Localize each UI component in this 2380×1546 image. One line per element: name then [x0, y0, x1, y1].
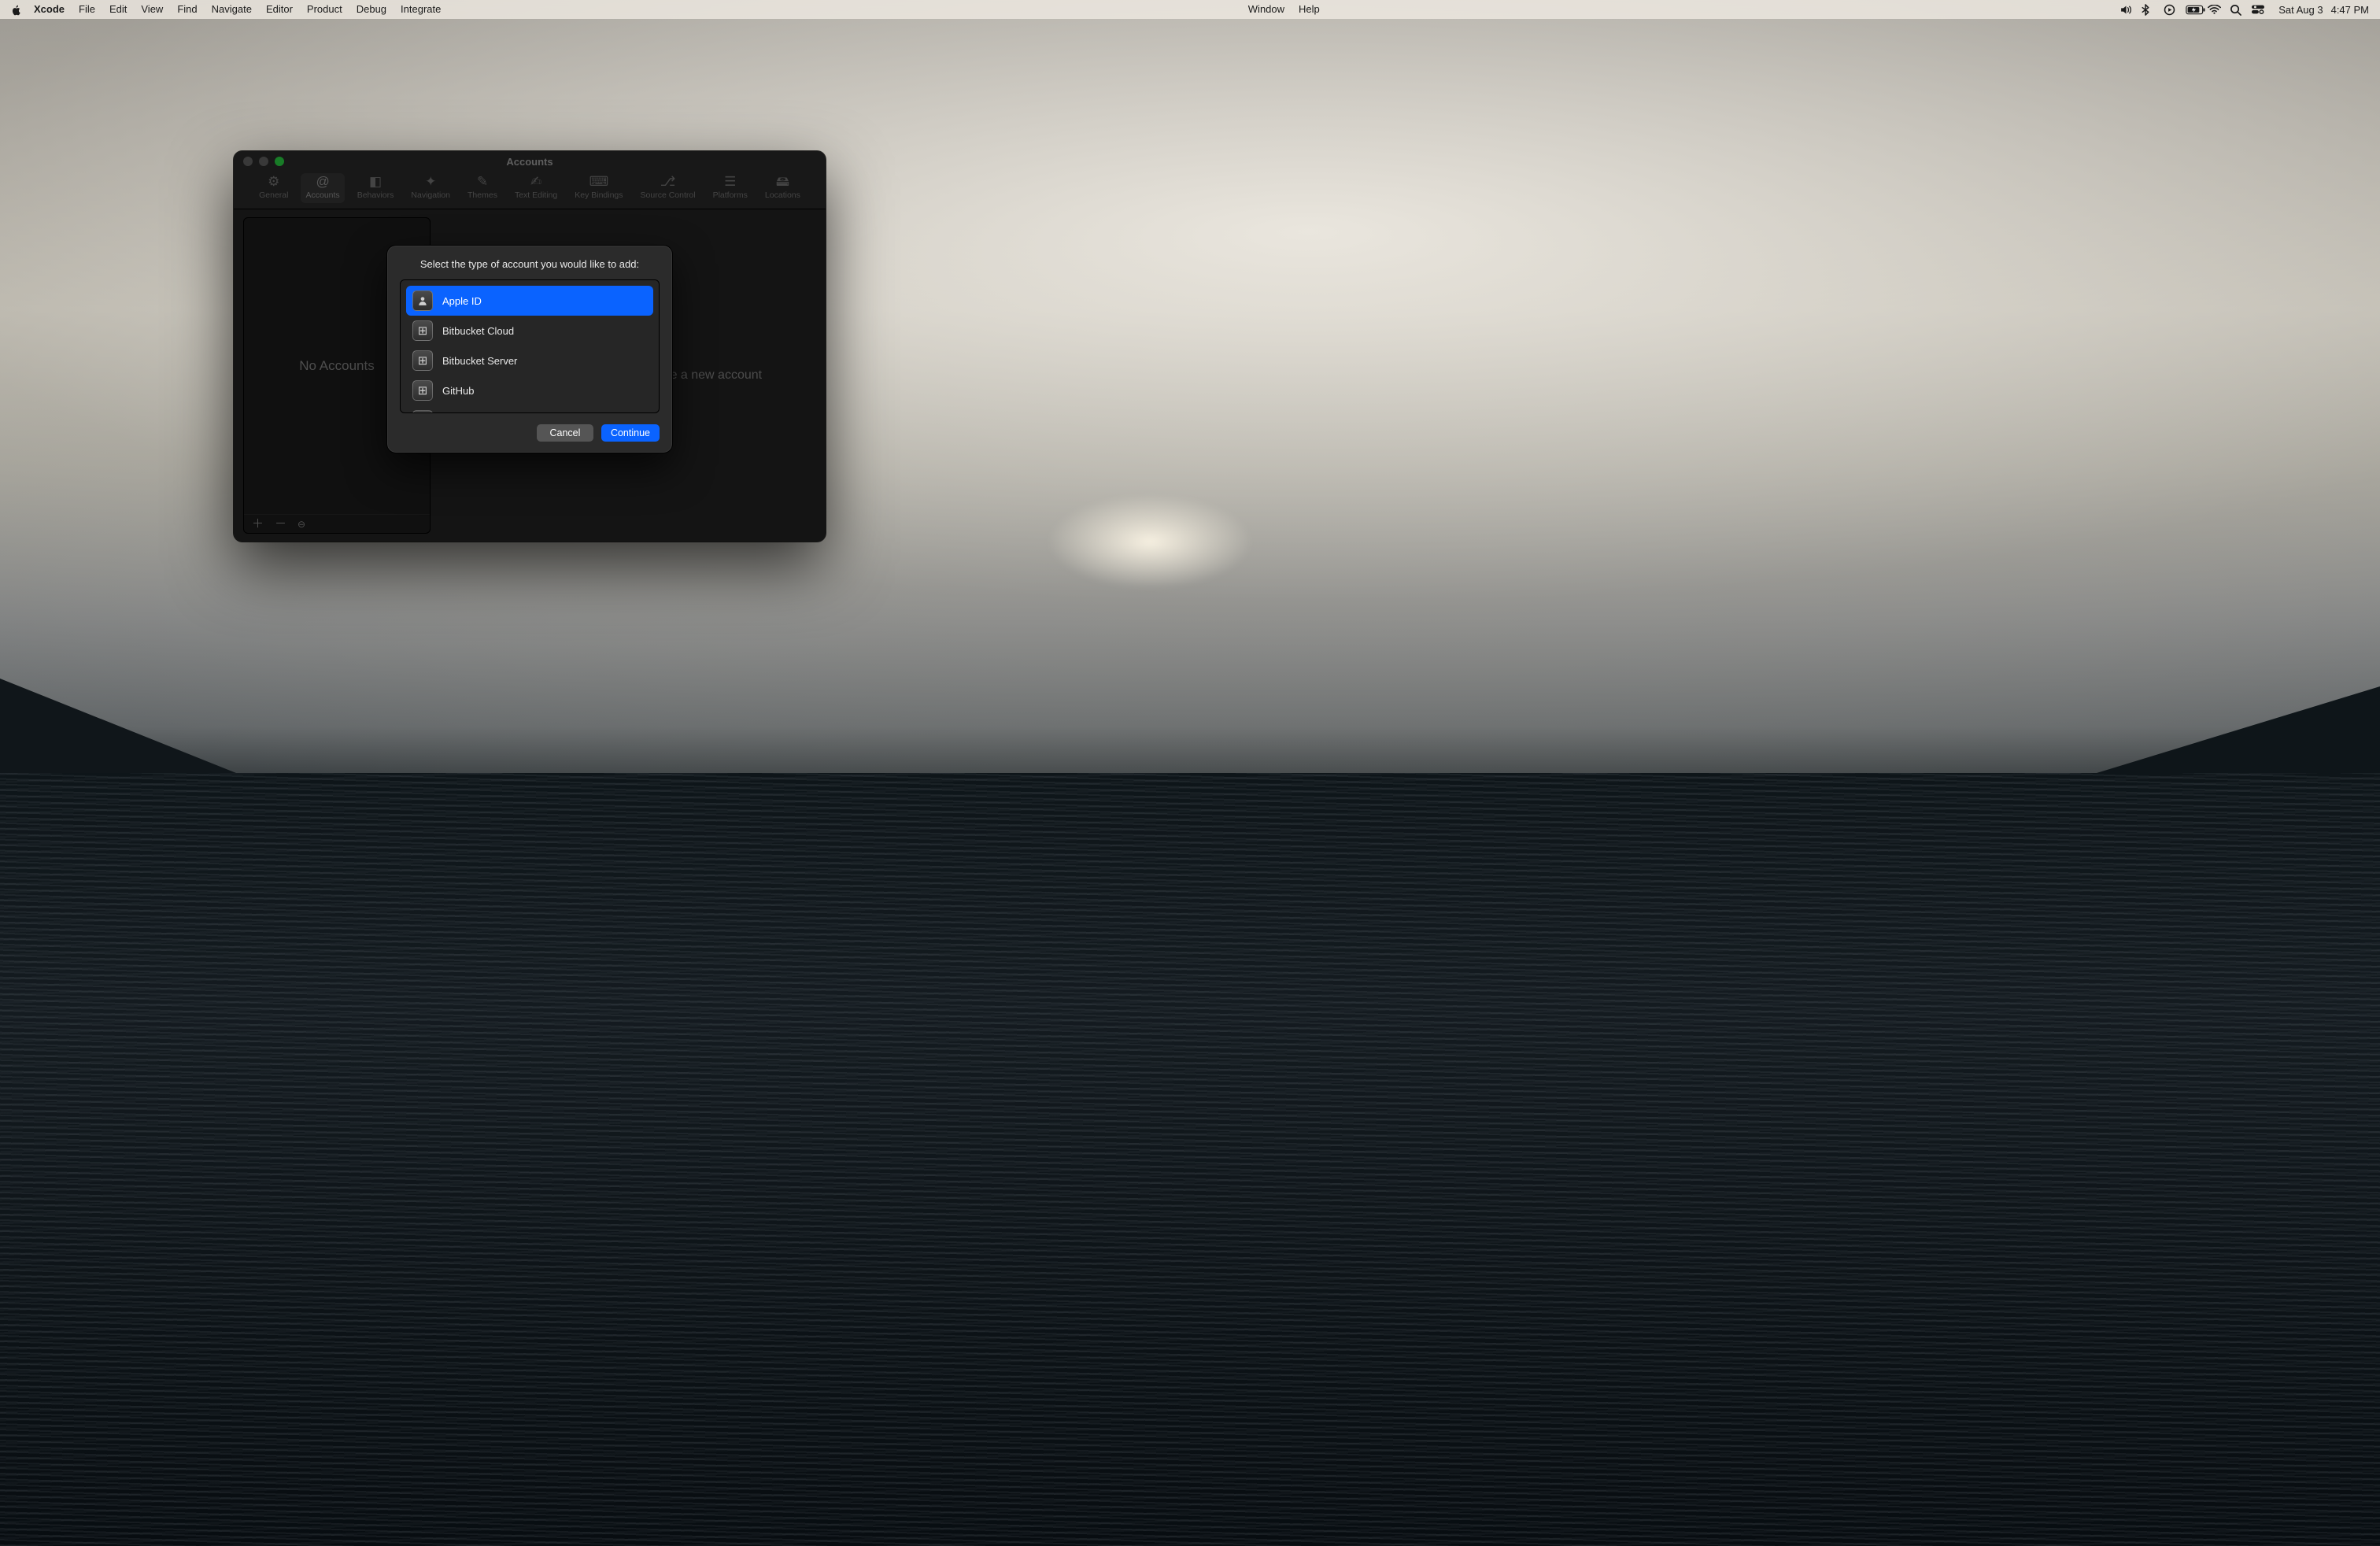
account-option-bitbucket-server[interactable]: ⊞ Bitbucket Server — [406, 346, 653, 375]
account-option-label: Apple ID — [442, 295, 482, 307]
menubar-file[interactable]: File — [72, 0, 102, 19]
menubar-view[interactable]: View — [134, 0, 170, 19]
menubar-editor[interactable]: Editor — [259, 0, 300, 19]
battery-icon[interactable] — [2186, 5, 2208, 15]
bluetooth-icon[interactable] — [2142, 4, 2164, 16]
menubar-find[interactable]: Find — [170, 0, 204, 19]
macos-menubar: Xcode File Edit View Find Navigate Edito… — [0, 0, 2380, 19]
apple-id-icon — [412, 290, 433, 311]
apple-menu-icon[interactable] — [11, 5, 22, 16]
continue-button[interactable]: Continue — [601, 424, 660, 442]
account-option-label: GitHub — [442, 385, 474, 397]
cancel-button[interactable]: Cancel — [537, 424, 593, 442]
menubar-integrate[interactable]: Integrate — [394, 0, 448, 19]
github-icon: ⊞ — [412, 380, 433, 401]
menubar-date[interactable]: Sat Aug 3 — [2274, 4, 2326, 16]
account-option-apple-id[interactable]: Apple ID — [406, 286, 653, 316]
account-type-listbox[interactable]: Apple ID ⊞ Bitbucket Cloud ⊞ Bitbucket S… — [400, 279, 660, 413]
menubar-edit[interactable]: Edit — [102, 0, 134, 19]
menubar-time[interactable]: 4:47 PM — [2326, 4, 2372, 16]
bitbucket-server-icon: ⊞ — [412, 350, 433, 371]
account-option-label: Bitbucket Server — [442, 355, 517, 367]
menubar-help[interactable]: Help — [1292, 0, 1327, 19]
add-account-sheet: Select the type of account you would lik… — [387, 246, 672, 453]
menubar-navigate[interactable]: Navigate — [205, 0, 259, 19]
volume-icon[interactable] — [2119, 5, 2142, 15]
account-option-label: Bitbucket Cloud — [442, 325, 514, 337]
control-center-icon[interactable] — [2252, 5, 2274, 14]
account-option-bitbucket-cloud[interactable]: ⊞ Bitbucket Cloud — [406, 316, 653, 346]
account-option-github[interactable]: ⊞ GitHub — [406, 375, 653, 405]
bitbucket-cloud-icon: ⊞ — [412, 320, 433, 341]
sheet-prompt: Select the type of account you would lik… — [400, 258, 660, 270]
account-option-github-enterprise[interactable]: ⊞ GitHub Enterprise — [406, 405, 653, 413]
record-icon[interactable] — [2164, 4, 2186, 16]
menubar-app-name[interactable]: Xcode — [27, 0, 72, 19]
settings-window: Accounts ⚙︎General @Accounts ◧Behaviors … — [234, 151, 826, 542]
menubar-window[interactable]: Window — [1241, 0, 1292, 19]
menubar-product[interactable]: Product — [300, 0, 349, 19]
github-enterprise-icon: ⊞ — [412, 410, 433, 413]
spotlight-icon[interactable] — [2230, 4, 2252, 16]
wifi-icon[interactable] — [2208, 5, 2230, 14]
menubar-debug[interactable]: Debug — [349, 0, 394, 19]
